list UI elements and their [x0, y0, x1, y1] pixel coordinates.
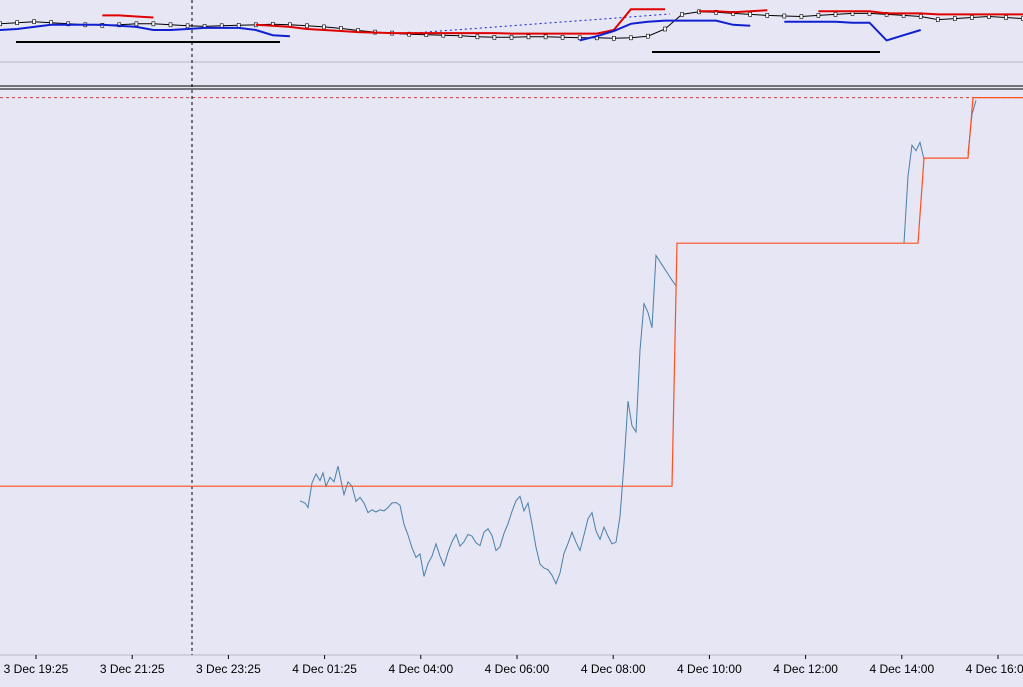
overview-candle: [612, 36, 615, 40]
overview-candle: [237, 23, 240, 27]
time-axis: 3 Dec 19:25 3 Dec 21:25 3 Dec 23:25 4 Dec 0…: [4, 655, 1023, 676]
overview-candle: [800, 15, 803, 19]
step-line: [0, 98, 1023, 487]
overview-candle: [493, 35, 496, 39]
time-axis-label: 4 Dec 04:00: [388, 662, 453, 676]
overview-candle: [561, 35, 564, 39]
overview-candle: [322, 25, 325, 29]
overview-candle: [783, 14, 786, 18]
overview-candle: [970, 16, 973, 20]
time-axis-label: 3 Dec 19:25: [4, 662, 69, 676]
overview-candle: [817, 13, 820, 17]
overview-candle: [135, 22, 138, 26]
overview-candle: [766, 13, 769, 17]
overview-candle: [510, 35, 513, 39]
overview-candle: [527, 35, 530, 39]
overview-candle: [1005, 16, 1008, 20]
price-line: [300, 256, 676, 584]
overview-candle: [919, 15, 922, 19]
overview-candle: [681, 12, 684, 16]
overview-candle: [0, 22, 2, 26]
overview-candle: [953, 17, 956, 21]
time-axis-label: 4 Dec 12:00: [773, 662, 838, 676]
overview-candle: [646, 34, 649, 38]
overview-candle: [459, 34, 462, 38]
overview-candle: [152, 22, 155, 26]
main-panel: [0, 0, 1023, 655]
overview-lower-line: [784, 22, 920, 41]
overview-candle: [340, 26, 343, 30]
time-axis-label: 4 Dec 06:00: [485, 662, 550, 676]
time-axis-label: 3 Dec 23:25: [196, 662, 261, 676]
chart-canvas[interactable]: 3 Dec 19:25 3 Dec 21:25 3 Dec 23:25 4 Dec 0…: [0, 0, 1023, 682]
overview-candle: [834, 12, 837, 16]
time-axis-label: 4 Dec 08:00: [581, 662, 646, 676]
overview-lower-line: [0, 25, 290, 36]
overview-candle: [33, 20, 36, 24]
overview-panel: [0, 9, 1023, 62]
overview-upper-line: [102, 15, 153, 17]
overview-candle: [476, 35, 479, 39]
overview-candle: [16, 21, 19, 25]
overview-candle: [936, 18, 939, 22]
time-axis-label: 4 Dec 01:25: [292, 662, 357, 676]
overview-candle: [169, 23, 172, 27]
chart-area[interactable]: 3 Dec 19:25 3 Dec 21:25 3 Dec 23:25 4 Dec 0…: [0, 0, 1023, 682]
overview-candle: [305, 24, 308, 28]
overview-candle: [664, 27, 667, 31]
time-axis-label: 4 Dec 14:00: [869, 662, 934, 676]
time-axis-label: 4 Dec 16:00: [966, 662, 1023, 676]
overview-candle: [749, 12, 752, 16]
time-axis-label: 3 Dec 21:25: [100, 662, 165, 676]
overview-candle: [186, 24, 189, 28]
overview-candle: [544, 35, 547, 39]
time-axis-label: 4 Dec 10:00: [677, 662, 742, 676]
overview-candle: [629, 36, 632, 40]
